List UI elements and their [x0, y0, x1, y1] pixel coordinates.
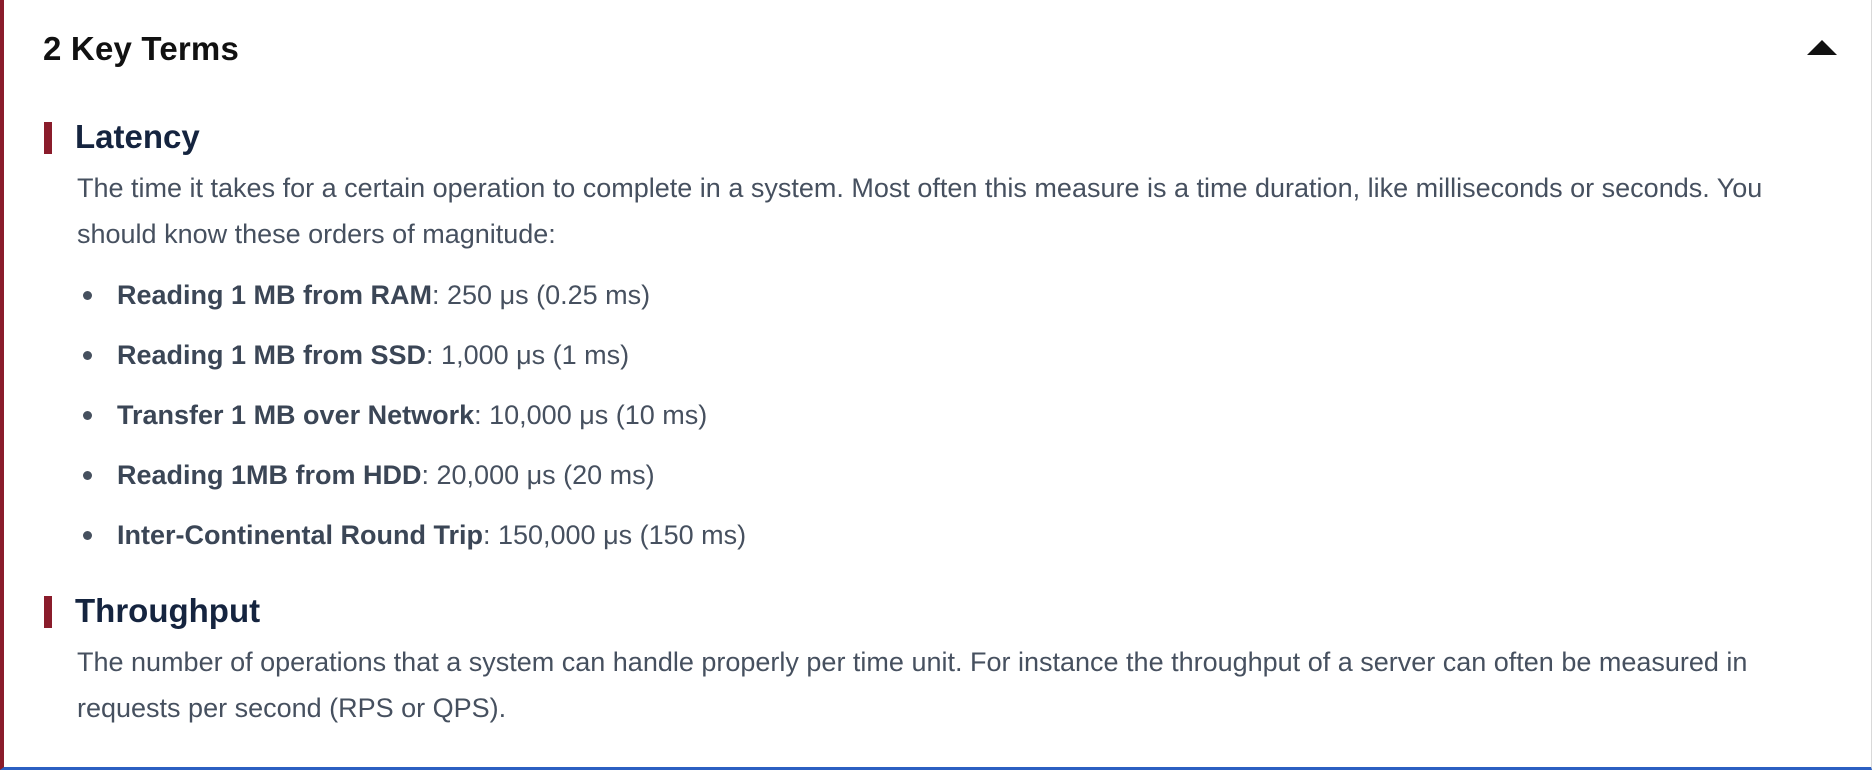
latency-list: Reading 1 MB from RAM: 250 μs (0.25 ms) … — [77, 272, 1777, 572]
list-item-value: : 150,000 μs (150 ms) — [482, 520, 747, 550]
list-item-text: Transfer 1 MB over Network: 10,000 μs (1… — [117, 392, 707, 438]
section-description: The number of operations that a system c… — [77, 647, 1748, 723]
list-item-text: Inter-Continental Round Trip: 150,000 μs… — [117, 512, 746, 558]
key-terms-panel: 2 Key Terms Latency The time it takes fo… — [0, 0, 1872, 770]
collapse-toggle-button[interactable] — [1804, 34, 1840, 64]
list-item-term: Reading 1 MB from SSD — [117, 340, 427, 370]
bullet-dot — [83, 471, 92, 480]
list-item-term: Inter-Continental Round Trip — [117, 520, 483, 550]
list-item-value: : 250 μs (0.25 ms) — [432, 280, 651, 310]
panel-title: 2 Key Terms — [43, 30, 240, 67]
list-item-text: Reading 1 MB from RAM: 250 μs (0.25 ms) — [117, 272, 650, 318]
list-item: Reading 1 MB from SSD: 1,000 μs (1 ms) — [77, 332, 1777, 392]
section-title: Latency — [75, 118, 200, 155]
list-item-text: Reading 1MB from HDD: 20,000 μs (20 ms) — [117, 452, 655, 498]
section-accent-bar — [44, 596, 52, 628]
list-item: Reading 1 MB from RAM: 250 μs (0.25 ms) — [77, 272, 1777, 332]
bullet-dot — [83, 411, 92, 420]
bullet-dot — [83, 351, 92, 360]
list-item: Transfer 1 MB over Network: 10,000 μs (1… — [77, 392, 1777, 452]
list-item: Inter-Continental Round Trip: 150,000 μs… — [77, 512, 1777, 572]
list-item-term: Reading 1MB from HDD — [117, 460, 422, 490]
bullet-dot — [83, 531, 92, 540]
list-item-value: : 1,000 μs (1 ms) — [426, 340, 630, 370]
section-accent-bar — [44, 122, 52, 154]
bullet-dot — [83, 291, 92, 300]
list-item: Reading 1MB from HDD: 20,000 μs (20 ms) — [77, 452, 1777, 512]
list-item-text: Reading 1 MB from SSD: 1,000 μs (1 ms) — [117, 332, 629, 378]
list-item-value: : 20,000 μs (20 ms) — [421, 460, 655, 490]
caret-up-icon — [1807, 40, 1837, 55]
panel-header[interactable]: 2 Key Terms — [4, 0, 1871, 100]
list-item-term: Reading 1 MB from RAM — [117, 280, 433, 310]
section-description: The time it takes for a certain operatio… — [77, 173, 1763, 249]
list-item-value: : 10,000 μs (10 ms) — [474, 400, 708, 430]
list-item-term: Transfer 1 MB over Network — [117, 400, 475, 430]
section-title: Throughput — [75, 592, 261, 629]
